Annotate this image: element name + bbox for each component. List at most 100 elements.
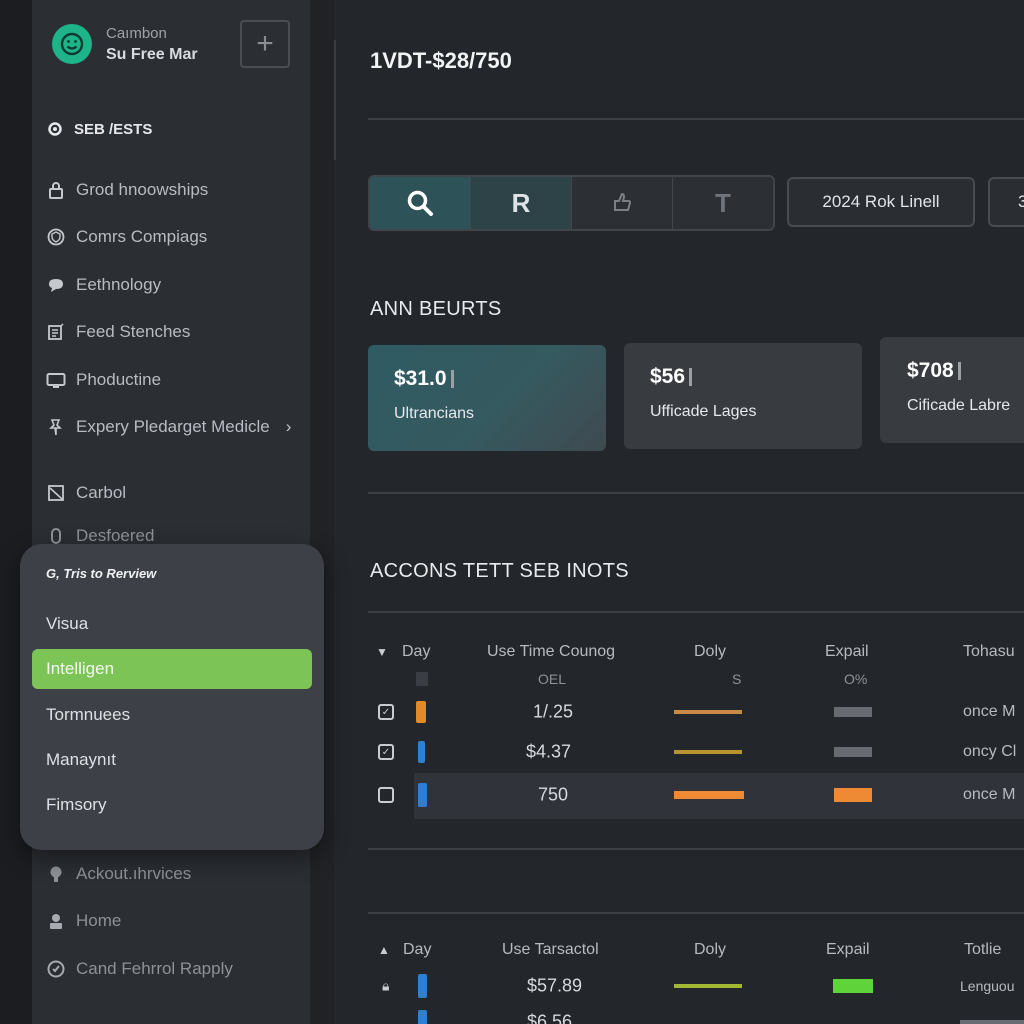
sidebar-section-title: SEB /ESTS (46, 120, 152, 138)
column-header[interactable]: Doly (694, 643, 726, 661)
row-value: $6.56 (527, 1011, 573, 1024)
row-value: $57.89 (527, 975, 583, 996)
table-row[interactable]: ✓ $4.37 oncy Cl (370, 732, 1024, 772)
row-total: once M (963, 786, 1016, 803)
transactions-table: ▲ Day Use Tarsactol Doly Expail Totlie 🔒… (370, 930, 1024, 1024)
row-value: $4.37 (526, 741, 572, 762)
column-header[interactable]: Doly (694, 941, 726, 959)
row-bar (674, 710, 742, 714)
chat-icon (46, 275, 66, 295)
card-label: Ultrancians (394, 405, 475, 422)
table-subheader-row: OEL S O% (370, 664, 1024, 694)
subheader: S (732, 671, 742, 687)
text-tool-button[interactable]: T (673, 177, 773, 229)
popup-item-fimsory[interactable]: Fimsory (32, 782, 312, 827)
column-header[interactable]: Tohasu (963, 643, 1015, 661)
sidebar-item-comrs[interactable]: Comrs Compiags (46, 214, 306, 262)
sidebar-item-expery[interactable]: Expery Pledarget Medicle › (46, 404, 306, 452)
accounts-table-selected: 750 once M (370, 775, 1024, 819)
search-icon (407, 190, 433, 216)
sidebar-item-ackout[interactable]: Ackout.ıhrvices (46, 850, 306, 898)
search-tool-button[interactable] (370, 177, 471, 229)
caret-icon (689, 368, 693, 386)
window-edge (0, 0, 32, 1024)
popup-item-tormnuees[interactable]: Tormnuees (32, 692, 312, 737)
sidebar-item-feed[interactable]: Feed Stenches (46, 309, 306, 357)
table-divider (368, 611, 1024, 613)
brand[interactable]: Caımbon Su Free Mar (52, 24, 198, 64)
sidebar-item-label: Home (76, 911, 122, 931)
gear-icon (48, 122, 62, 136)
subheader: OEL (538, 671, 567, 687)
column-header[interactable]: Expail (826, 941, 870, 959)
tag-icon (46, 526, 66, 546)
popup-item-intelligen[interactable]: Intelligen (32, 649, 312, 689)
sidebar-item-cand[interactable]: Cand Fehrrol Rapply (46, 945, 306, 993)
card-label: Ufficade Lages (650, 403, 757, 420)
column-header[interactable]: Use Tarsactol (502, 941, 599, 959)
hand-tool-button[interactable] (572, 177, 673, 229)
table-row[interactable]: $6.56 (370, 1002, 1024, 1024)
row-total: Lenguou (960, 978, 1015, 994)
sidebar-item-eethnology[interactable]: Eethnology (46, 261, 306, 309)
section-divider (368, 492, 1024, 494)
more-filter-button[interactable]: 3 (988, 177, 1024, 227)
row-checkbox[interactable]: ✓ (378, 744, 394, 760)
hand-icon (614, 192, 632, 211)
sidebar-item-home[interactable]: Home (46, 898, 306, 946)
card-label: Cificade Labre (907, 397, 1011, 414)
summary-card[interactable]: $708 Cificade Labre (880, 337, 1024, 443)
sidebar-item-carbol[interactable]: Carbol (46, 470, 306, 516)
summary-card[interactable]: $56 Ufficade Lages (624, 343, 862, 449)
table-row-selected[interactable]: 750 once M (370, 775, 1024, 815)
row-checkbox[interactable] (378, 787, 394, 803)
row-expense-swatch (834, 707, 872, 717)
sidebar-divider (310, 0, 334, 1024)
feed-icon (46, 322, 66, 342)
row-bar (674, 791, 744, 799)
table-header-row: ▲ Day Use Tarsactol Doly Expail Totlie (370, 930, 1024, 970)
column-header[interactable]: Day (402, 643, 430, 661)
sidebar-section-label: SEB /ESTS (74, 120, 153, 138)
image-icon (46, 483, 66, 503)
brand-logo-icon (52, 24, 92, 64)
caret-icon (957, 362, 961, 380)
card-value: $708 (907, 359, 954, 382)
table-row[interactable]: ✓ 1/.25 once M (370, 692, 1024, 732)
row-checkbox[interactable]: ✓ (378, 704, 394, 720)
sidebar-item-label: Grod hnoowships (76, 179, 209, 199)
sidebar-item-label: Carbol (76, 483, 127, 502)
scroll-track[interactable] (334, 40, 336, 160)
sidebar-item-grod[interactable]: Grod hnoowships (46, 166, 306, 214)
column-header[interactable]: Totlie (964, 941, 1001, 959)
row-total: oncy Cl (963, 743, 1017, 760)
popup-item-visua[interactable]: Visua (32, 601, 312, 646)
column-header[interactable]: Expail (825, 643, 869, 661)
row-bar (674, 750, 742, 754)
sidebar-item-label: Eethnology (76, 274, 162, 294)
date-filter-button[interactable]: 2024 Rok Linell (787, 177, 975, 227)
row-value: 1/.25 (533, 701, 574, 722)
popup-item-manaynit[interactable]: Manaynıt (32, 737, 312, 782)
column-header[interactable]: Day (403, 941, 431, 959)
add-button[interactable]: + (240, 20, 290, 68)
sidebar-item-label: Ackout.ıhrvices (76, 863, 192, 883)
sort-desc-icon[interactable]: ▼ (376, 645, 388, 659)
column-header[interactable]: Use Time Counog (487, 643, 615, 661)
lock-icon (46, 180, 66, 200)
sidebar-item-phoductine[interactable]: Phoductine (46, 356, 306, 404)
table-divider (368, 912, 1024, 914)
sidebar-item-label: Desfoered (76, 526, 155, 545)
table-row[interactable]: 🔒︎ $57.89 Lenguou (370, 966, 1024, 1006)
toolbar: R T (368, 175, 775, 231)
sort-asc-icon[interactable]: ▲ (378, 943, 390, 957)
smile-icon (60, 32, 84, 56)
row-tag (416, 701, 426, 723)
r-tool-button[interactable]: R (471, 177, 572, 229)
brand-name: Caımbon (106, 24, 167, 42)
row-value: 750 (538, 784, 569, 805)
sidebar-nav-footer: Ackout.ıhrvices Home Cand Fehrrol Rapply (46, 850, 306, 993)
summary-card[interactable]: $31.0 Ultrancians (368, 345, 606, 451)
placeholder-swatch (416, 672, 428, 686)
sidebar-item-label: Comrs Compiags (76, 227, 208, 247)
